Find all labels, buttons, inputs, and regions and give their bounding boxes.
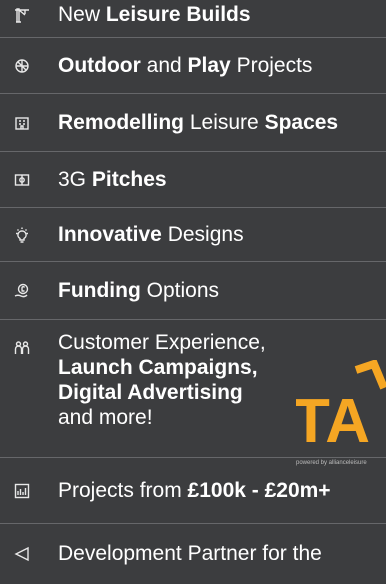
- chart-icon: [14, 483, 42, 499]
- digital-advertising-line: Digital Advertising: [58, 381, 243, 404]
- launch-campaigns-line: Launch Campaigns,: [58, 356, 258, 379]
- list-item-development-partner: Development Partner for the: [0, 524, 386, 584]
- list-item-3g-pitches: 3G Pitches: [0, 152, 386, 208]
- services-list: New Leisure Builds Outdoor and Play Proj…: [0, 0, 386, 584]
- ta-logo: TA powered by allianceleisure: [292, 359, 386, 466]
- people-icon: [14, 320, 42, 356]
- arrow-left-icon: [14, 546, 42, 562]
- ta-logo-mark: TA: [292, 359, 386, 456]
- powered-by-text: powered by allianceleisure: [296, 460, 367, 466]
- list-item-innovative-designs: Innovative Designs: [0, 208, 386, 262]
- list-item-funding-options: Funding Options: [0, 262, 386, 320]
- list-item-remodelling: Remodelling Leisure Spaces: [0, 94, 386, 152]
- pitch-icon: [14, 172, 42, 188]
- lightbulb-icon: [14, 227, 42, 243]
- and-more-line: and more!: [58, 406, 153, 429]
- customer-experience-line: Customer Experience,: [58, 331, 266, 354]
- funding-icon: [14, 283, 42, 299]
- crane-icon: [14, 7, 42, 23]
- logo-text: TA: [296, 387, 370, 456]
- building-icon: [14, 115, 42, 131]
- list-item-new-leisure-builds: New Leisure Builds: [0, 0, 386, 38]
- list-item-projects-range: Projects from £100k - £20m+: [0, 458, 386, 524]
- list-item-outdoor-play: Outdoor and Play Projects: [0, 38, 386, 94]
- ball-icon: [14, 58, 42, 74]
